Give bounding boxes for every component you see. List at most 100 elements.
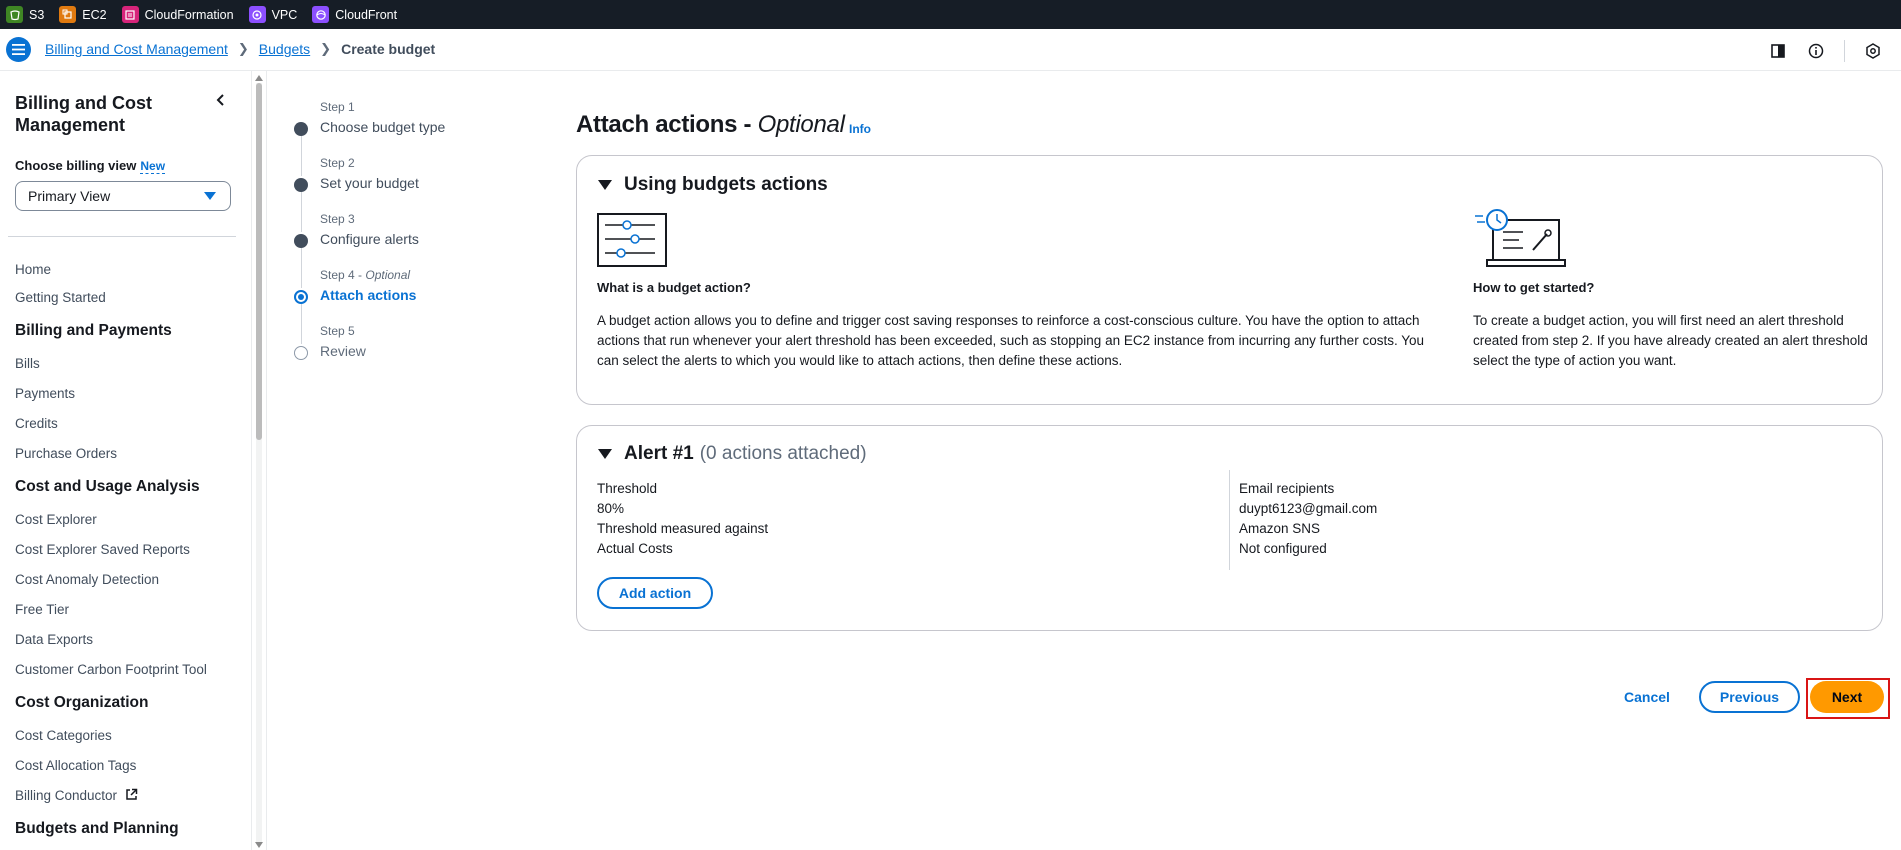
divider (1844, 40, 1845, 62)
panel-header[interactable]: Using budgets actions (598, 174, 828, 196)
sidebar-scrollbar[interactable] (254, 73, 263, 850)
breadcrumb-current: Create budget (341, 41, 436, 57)
chevron-right-icon: ❯ (237, 41, 249, 56)
sidebar-item-home[interactable]: Home (15, 262, 51, 277)
step-complete-dot (294, 122, 308, 136)
measured-value: Actual Costs (597, 541, 673, 556)
caret-down-icon (598, 180, 612, 190)
billing-view-select[interactable]: Primary View (15, 181, 231, 211)
service-s3[interactable]: S3 (6, 6, 44, 23)
new-badge[interactable]: New (140, 159, 166, 174)
tools (1768, 40, 1883, 62)
service-cloudfront[interactable]: CloudFront (312, 6, 397, 23)
scroll-thumb[interactable] (256, 83, 262, 440)
step-name: Attach actions (320, 287, 417, 303)
threshold-label: Threshold (597, 481, 658, 496)
cancel-button[interactable]: Cancel (1624, 689, 1670, 705)
sidebar-item-free-tier[interactable]: Free Tier (15, 602, 69, 617)
alert-actions-count: (0 actions attached) (699, 443, 867, 464)
service-vpc[interactable]: VPC (248, 6, 298, 23)
scroll-down-icon[interactable] (255, 842, 263, 848)
step-connector (301, 242, 302, 288)
external-link-icon (126, 788, 138, 800)
highlight-box (1806, 678, 1890, 719)
sidebar-item-credits[interactable]: Credits (15, 416, 58, 431)
chevron-right-icon: ❯ (320, 41, 332, 56)
service-label: VPC (271, 7, 298, 22)
ec2-icon (59, 6, 77, 23)
sidebar-item-payments[interactable]: Payments (15, 386, 75, 401)
cloudfront-icon (312, 6, 330, 23)
sidebar-item-bills[interactable]: Bills (15, 356, 40, 371)
step-label: Step 5 (320, 324, 355, 338)
info-link[interactable]: Info (849, 122, 871, 136)
step-label-text: Step 4 (320, 268, 355, 282)
step-label: Step 3 (320, 212, 355, 226)
cloudformation-icon (121, 6, 139, 23)
breadcrumb-billing[interactable]: Billing and Cost Management (45, 41, 228, 57)
step-name: Choose budget type (320, 119, 446, 135)
sidebar-section-cost-usage: Cost and Usage Analysis (15, 478, 200, 495)
previous-button[interactable]: Previous (1699, 681, 1800, 713)
panel-heading: Using budgets actions (624, 174, 828, 195)
sidebar-section-budgets-planning: Budgets and Planning (15, 820, 179, 837)
panel-header[interactable]: Alert #1 (0 actions attached) (598, 443, 867, 465)
caret-down-icon (598, 449, 612, 459)
chevron-left-icon[interactable] (214, 93, 228, 107)
alert-heading: Alert #1 (624, 443, 694, 464)
threshold-value: 80% (597, 501, 625, 516)
sidebar-item-billing-conductor[interactable]: Billing Conductor (15, 788, 138, 803)
step-name: Set your budget (320, 175, 419, 191)
sidebar-item-cost-alloc-tags[interactable]: Cost Allocation Tags (15, 758, 136, 773)
service-ec2[interactable]: EC2 (59, 6, 107, 23)
billing-view-label: Choose billing view New (15, 158, 166, 174)
step-connector (301, 186, 302, 232)
page-title-optional: Optional (757, 111, 845, 138)
info-icon[interactable] (1806, 41, 1826, 61)
step-connector (301, 130, 302, 176)
sidebar-item-carbon[interactable]: Customer Carbon Footprint Tool (15, 662, 207, 677)
scroll-up-icon[interactable] (255, 75, 263, 81)
caret-down-icon (204, 192, 216, 200)
sidebar-item-cost-explorer[interactable]: Cost Explorer (15, 512, 97, 527)
s3-icon (6, 6, 23, 23)
step-complete-dot (294, 178, 308, 192)
sliders-icon (597, 213, 667, 267)
sidebar-item-cost-anomaly[interactable]: Cost Anomaly Detection (15, 572, 159, 587)
step-name: Review (320, 343, 366, 359)
breadcrumb-bar: Billing and Cost Management ❯ Budgets ❯ … (0, 29, 1901, 71)
step-connector (301, 298, 302, 344)
alert-panel: Alert #1 (0 actions attached) Threshold … (576, 425, 1883, 631)
page-title-sep: - (737, 111, 758, 138)
split-panel-icon[interactable] (1768, 41, 1788, 61)
step-optional: Optional (365, 268, 411, 282)
sidebar: Billing and Cost Management Choose billi… (0, 71, 252, 850)
sidebar-item-cost-categories[interactable]: Cost Categories (15, 728, 112, 743)
vpc-icon (248, 6, 266, 23)
service-label: S3 (29, 7, 45, 22)
email-label: Email recipients (1239, 481, 1335, 496)
sidebar-item-getting-started[interactable]: Getting Started (15, 290, 106, 305)
page-title: Attach actions - Optional (576, 111, 845, 139)
step-name: Configure alerts (320, 231, 419, 247)
step-label: Step 1 (320, 100, 355, 114)
how-to-text: To create a budget action, you will firs… (1473, 313, 1868, 368)
add-action-button[interactable]: Add action (597, 577, 713, 609)
menu-icon[interactable] (6, 37, 31, 62)
step-active-dot (294, 290, 308, 304)
sidebar-item-purchase-orders[interactable]: Purchase Orders (15, 446, 117, 461)
step-label: Step 4 - Optional (320, 268, 411, 282)
step-pending-dot (294, 346, 308, 360)
billing-view-label-text: Choose billing view (15, 158, 137, 173)
settings-icon[interactable] (1863, 41, 1883, 61)
sidebar-title: Billing and Cost Management (15, 93, 152, 135)
sidebar-item-data-exports[interactable]: Data Exports (15, 632, 93, 647)
divider (1229, 470, 1230, 570)
breadcrumb-budgets[interactable]: Budgets (259, 41, 310, 57)
service-cloudformation[interactable]: CloudFormation (121, 6, 234, 23)
breadcrumb: Billing and Cost Management ❯ Budgets ❯ … (45, 41, 435, 57)
email-value: duypt6123@gmail.com (1239, 501, 1378, 516)
divider (8, 236, 236, 237)
step-complete-dot (294, 234, 308, 248)
sidebar-item-cost-explorer-saved[interactable]: Cost Explorer Saved Reports (15, 542, 190, 557)
